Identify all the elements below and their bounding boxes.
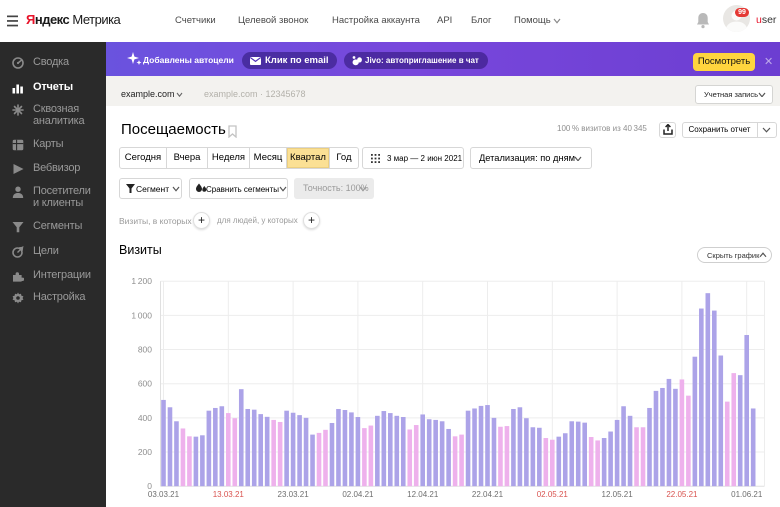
svg-text:200: 200 — [138, 447, 152, 457]
svg-text:800: 800 — [138, 345, 152, 355]
svg-text:22.05.21: 22.05.21 — [666, 490, 698, 499]
svg-text:12.05.21: 12.05.21 — [602, 490, 634, 499]
svg-text:02.05.21: 02.05.21 — [537, 490, 569, 499]
svg-text:23.03.21: 23.03.21 — [278, 490, 310, 499]
svg-text:03.03.21: 03.03.21 — [148, 490, 180, 499]
svg-text:400: 400 — [138, 413, 152, 423]
svg-text:22.04.21: 22.04.21 — [472, 490, 504, 499]
svg-text:13.03.21: 13.03.21 — [213, 490, 245, 499]
svg-text:1 000: 1 000 — [131, 310, 152, 320]
svg-text:600: 600 — [138, 379, 152, 389]
svg-text:12.04.21: 12.04.21 — [407, 490, 439, 499]
svg-text:02.04.21: 02.04.21 — [342, 490, 374, 499]
svg-text:1 200: 1 200 — [131, 276, 152, 286]
svg-text:01.06.21: 01.06.21 — [731, 490, 763, 499]
